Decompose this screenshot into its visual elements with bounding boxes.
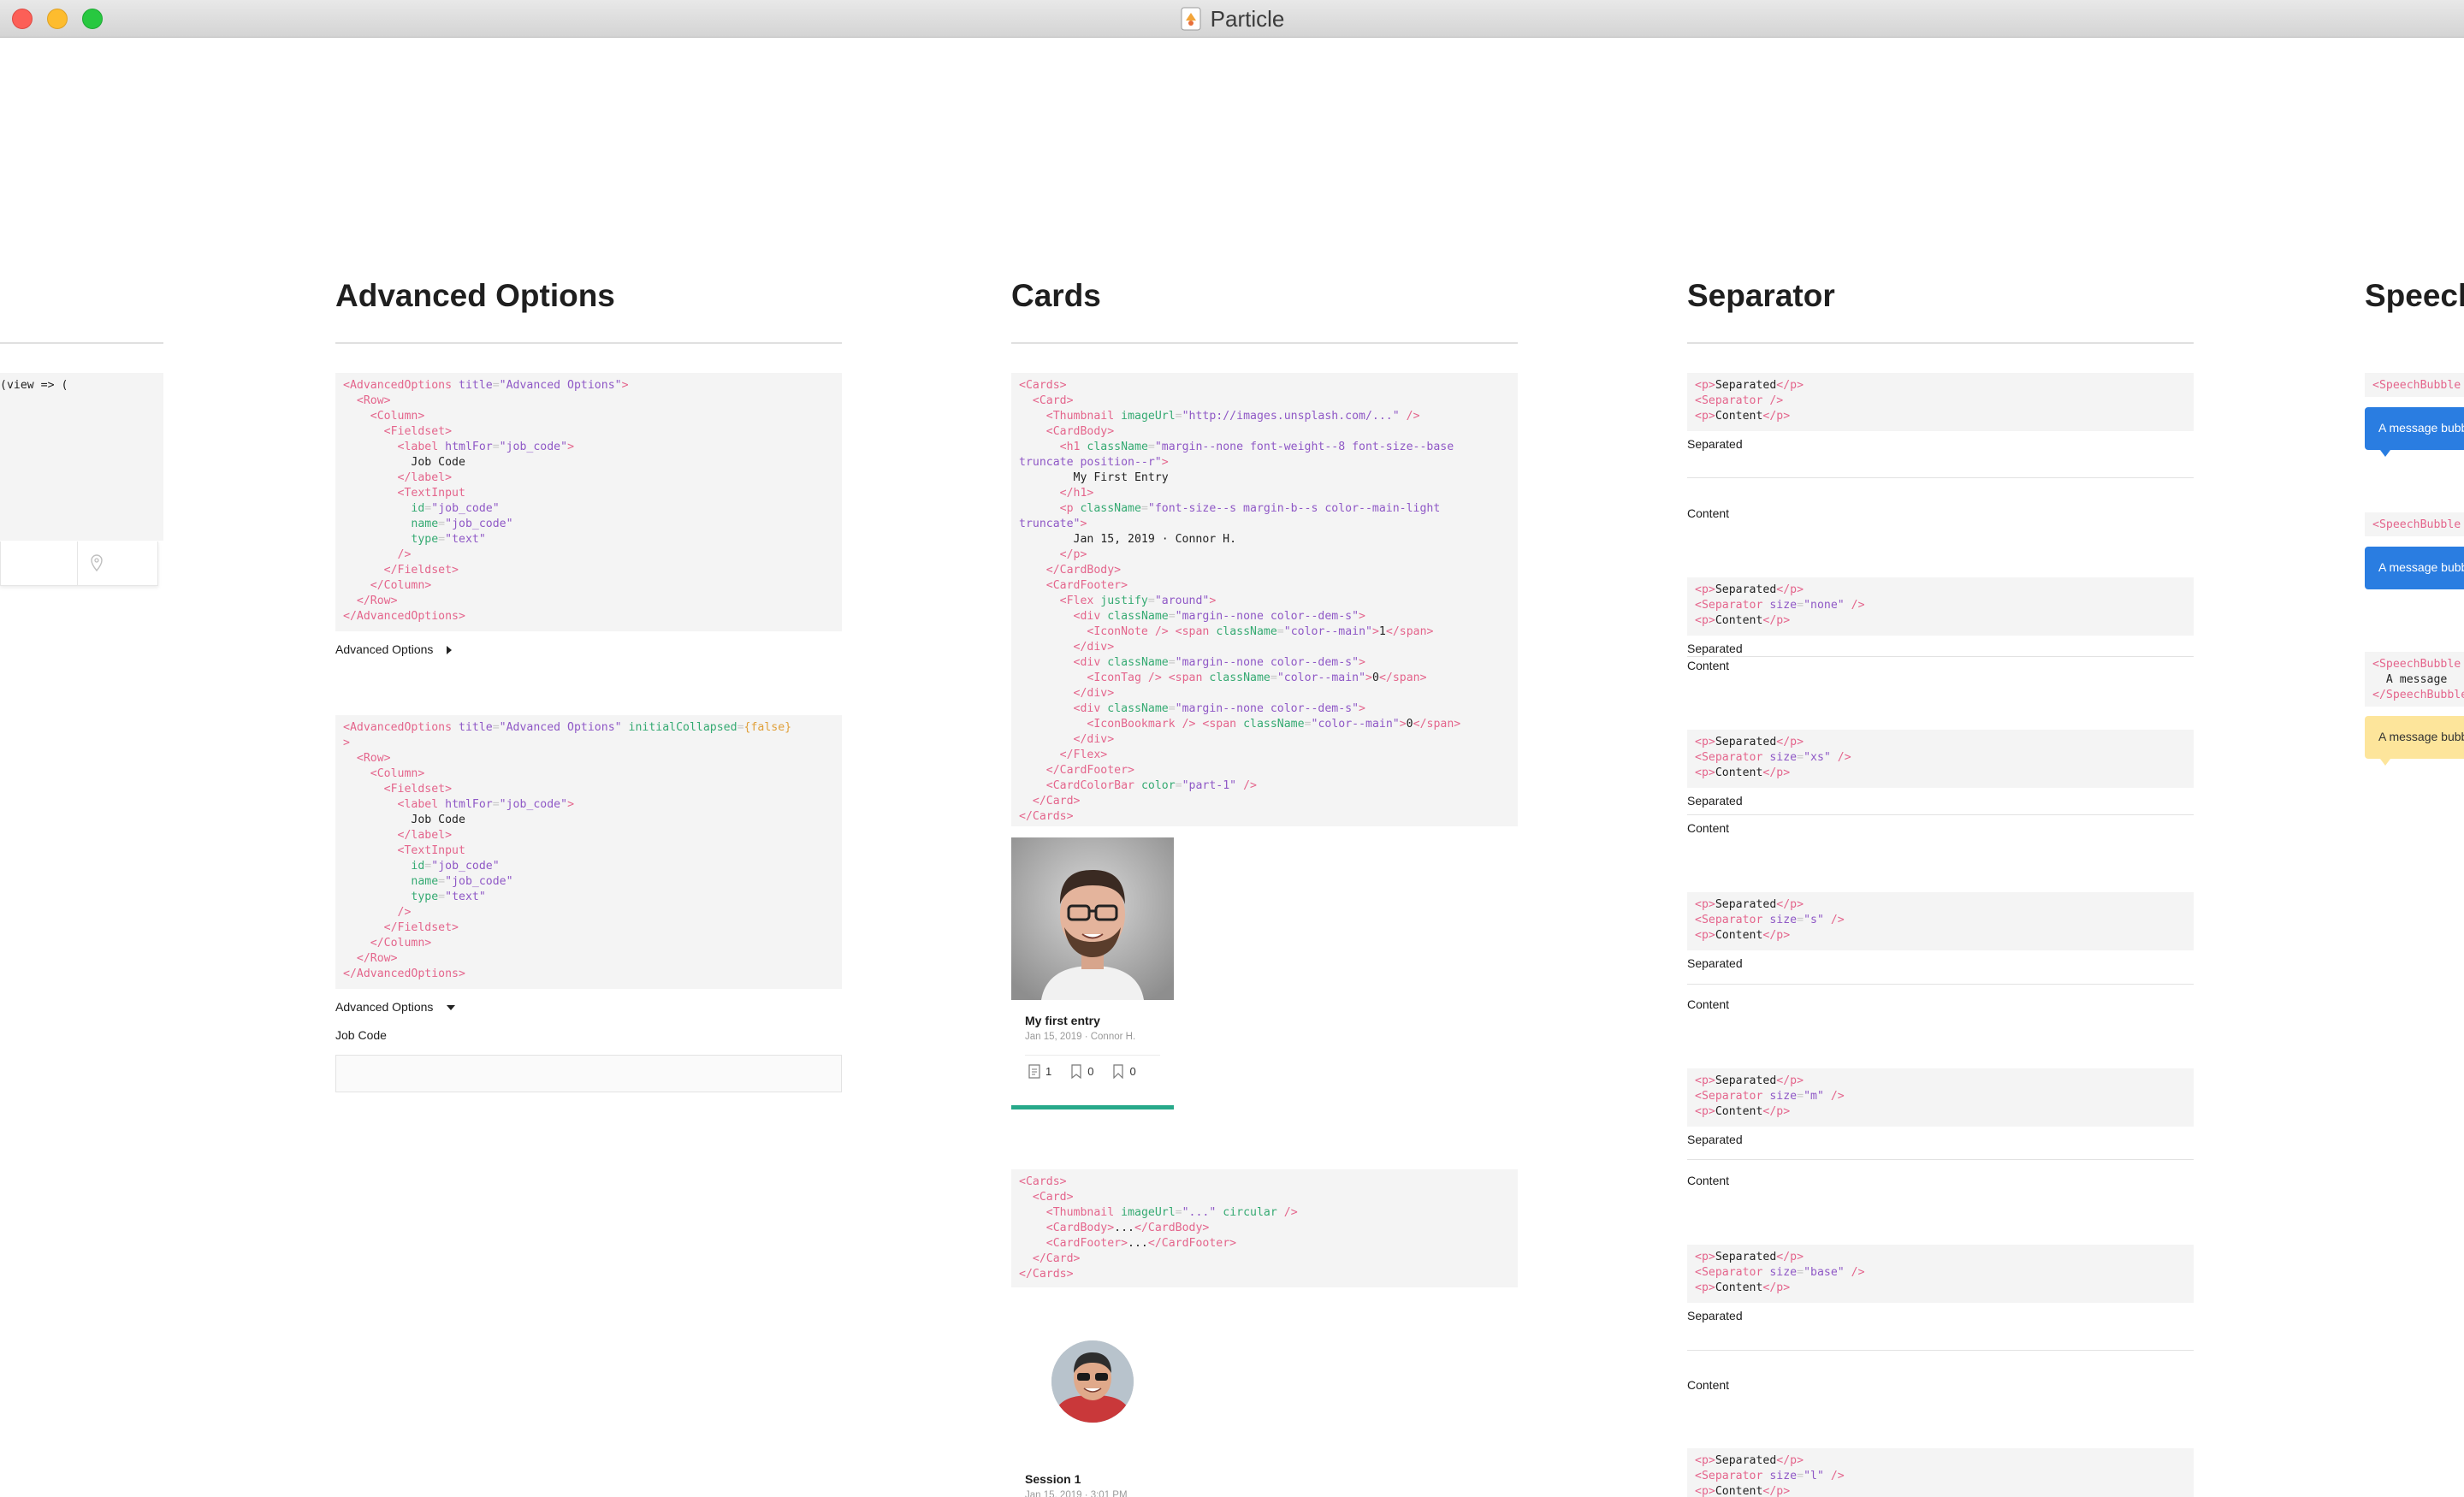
card-meta: Jan 15, 2019 · 3:01 PM — [1025, 1490, 1128, 1497]
code-sample: <p>Separated</p> <Separator size="s" /> … — [1687, 892, 2194, 950]
code-sample: <SpeechBubble — [2365, 373, 2464, 397]
session-card[interactable]: Session 1 Jan 15, 2019 · 3:01 PM — [1011, 1330, 1174, 1497]
code-bubble-text: A message — [2385, 673, 2448, 686]
content-text: Content — [1687, 1174, 1730, 1187]
note-icon — [1028, 1064, 1040, 1079]
window-title: Particle — [1210, 5, 1285, 32]
bookmark-icon — [1113, 1064, 1124, 1079]
code-sample: <p>Separated</p> <Separator /> <p>Conten… — [1687, 373, 2194, 431]
code-sample: <AdvancedOptions title="Advanced Options… — [335, 715, 842, 989]
card-thumbnail — [1011, 837, 1174, 1000]
heading-divider — [0, 342, 163, 344]
heading-divider — [1687, 342, 2194, 344]
content-text: Content — [1687, 1378, 1730, 1392]
note-count-value: 1 — [1045, 1065, 1052, 1078]
code-sample: <SpeechBubble — [2365, 512, 2464, 536]
documentation-canvas[interactable]: (view => ( Advanced Options <AdvancedOpt… — [0, 38, 2464, 1497]
speech-bubble: A message bubble — [2365, 547, 2464, 589]
speech-bubble: A message bubble — [2365, 407, 2464, 450]
separated-text: Separated — [1687, 1309, 1743, 1322]
window-title-group: Particle — [0, 0, 2464, 38]
heading-divider — [1011, 342, 1518, 344]
note-count[interactable]: 1 — [1028, 1064, 1051, 1079]
advanced-options-toggle-expanded[interactable]: Advanced Options — [335, 1000, 456, 1014]
card-footer: 1 0 0 — [1028, 1064, 1136, 1079]
separator-line — [1687, 1350, 2194, 1351]
content-text: Content — [1687, 997, 1730, 1011]
code-sample: <AdvancedOptions title="Advanced Options… — [335, 373, 842, 631]
card-circular-thumbnail — [1051, 1340, 1134, 1423]
speech-bubble: A message bubble — [2365, 716, 2464, 759]
tab-divider — [77, 541, 78, 585]
bookmark-count[interactable]: 0 — [1112, 1064, 1136, 1079]
separated-text: Separated — [1687, 437, 1743, 451]
job-code-input[interactable] — [335, 1055, 842, 1092]
bubble-text: A message bubble — [2378, 730, 2464, 743]
separator-line — [1687, 477, 2194, 478]
card-title: Session 1 — [1025, 1472, 1081, 1486]
entry-card[interactable]: My first entry Jan 15, 2019 · Connor H. … — [1011, 837, 1174, 1109]
caret-right-icon — [447, 646, 453, 655]
advanced-options-toggle-collapsed[interactable]: Advanced Options — [335, 642, 453, 656]
card-divider — [1025, 1055, 1160, 1056]
heading-divider — [335, 342, 842, 344]
toggle-label: Advanced Options — [335, 1000, 434, 1014]
section-heading: Separator — [1687, 278, 1835, 313]
code-sample: <p>Separated</p> <Separator size="m" /> … — [1687, 1068, 2194, 1127]
bubble-tail — [2380, 759, 2390, 766]
code-sample: <p>Separated</p> <Separator size="l" /> … — [1687, 1448, 2194, 1497]
bubble-text: A message bubble — [2378, 421, 2464, 435]
content-text: Content — [1687, 506, 1730, 520]
code-sample: <Cards> <Card> <Thumbnail imageUrl="..."… — [1011, 1169, 1518, 1287]
bubble-text: A message bubble — [2378, 560, 2464, 574]
tag-icon — [1071, 1064, 1081, 1079]
separated-text: Separated — [1687, 794, 1743, 808]
separator-line — [1687, 984, 2194, 985]
tag-count[interactable]: 0 — [1070, 1064, 1093, 1079]
toggle-label: Advanced Options — [335, 642, 434, 656]
location-pin-icon[interactable] — [88, 553, 105, 572]
bubble-tail — [2380, 450, 2390, 457]
job-code-label: Job Code — [335, 1028, 387, 1042]
code-sample: <SpeechBubble A message </SpeechBubble — [2365, 652, 2464, 707]
code-line: (view => ( — [0, 379, 68, 392]
speech-bubble-section: Speech Bubble <SpeechBubble A message bu… — [2365, 38, 2464, 1497]
tag-count-value: 0 — [1087, 1065, 1094, 1078]
separator-line — [1687, 814, 2194, 815]
separated-text: Separated — [1687, 1133, 1743, 1146]
code-sample: (view => ( — [0, 373, 163, 541]
section-heading: Cards — [1011, 278, 1101, 313]
code-sample: <p>Separated</p> <Separator size="base" … — [1687, 1245, 2194, 1303]
content-text: Content — [1687, 659, 1730, 672]
separator-line — [1687, 1159, 2194, 1160]
separator-line — [1687, 656, 2194, 657]
tab-bar — [0, 541, 158, 586]
card-meta: Jan 15, 2019 · Connor H. — [1025, 1032, 1136, 1042]
code-sample: <Cards> <Card> <Thumbnail imageUrl="http… — [1011, 373, 1518, 826]
app-icon — [1180, 7, 1202, 31]
bookmark-count-value: 0 — [1129, 1065, 1136, 1078]
content-text: Content — [1687, 821, 1730, 835]
section-heading: Advanced Options — [335, 278, 615, 313]
caret-down-icon — [447, 1005, 456, 1011]
card-color-bar — [1011, 1105, 1174, 1109]
section-heading: Speech Bubble — [2365, 278, 2464, 313]
code-sample: <p>Separated</p> <Separator size="none" … — [1687, 577, 2194, 636]
card-title: My first entry — [1025, 1014, 1100, 1027]
separated-text: Separated — [1687, 956, 1743, 970]
separated-text: Separated — [1687, 642, 1743, 655]
code-sample: <p>Separated</p> <Separator size="xs" />… — [1687, 730, 2194, 788]
window-titlebar: Particle — [0, 0, 2464, 38]
